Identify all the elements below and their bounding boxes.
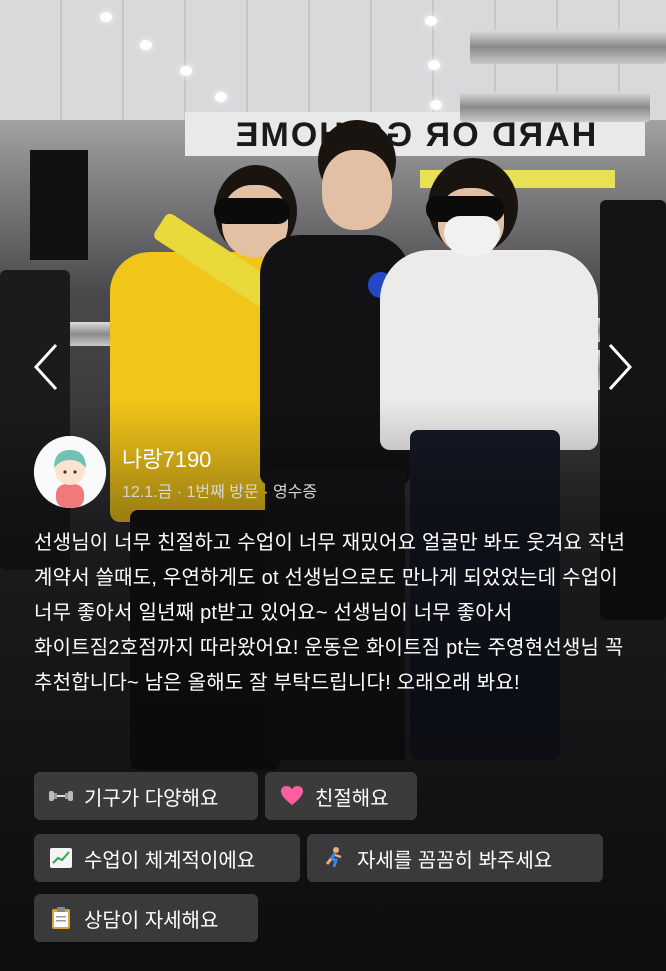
- runner-icon: [321, 845, 347, 871]
- tag-label: 자세를 꼼꼼히 봐주세요: [357, 849, 553, 872]
- tag-label: 기구가 다양해요: [84, 787, 219, 810]
- dumbbell-icon: [48, 783, 74, 809]
- previous-photo-button[interactable]: [26, 340, 66, 394]
- ceiling-light: [215, 92, 227, 102]
- tag-consultation: 상담이 자세해요: [34, 894, 258, 942]
- clipboard-icon: [48, 905, 74, 931]
- ceiling-light: [430, 100, 442, 110]
- heart-icon: [279, 783, 305, 809]
- reviewer-name[interactable]: 나랑7190: [122, 442, 211, 474]
- chevron-right-icon: [608, 343, 633, 391]
- face: [322, 150, 392, 230]
- ceiling-light: [428, 60, 440, 70]
- tag-label: 친절해요: [315, 787, 389, 810]
- chart-icon: [48, 845, 74, 871]
- review-meta: 12.1.금 · 1번째 방문 · 영수증: [122, 484, 318, 501]
- tag-kind: 친절해요: [265, 772, 417, 820]
- next-photo-button[interactable]: [600, 340, 640, 394]
- chevron-left-icon: [33, 343, 58, 391]
- face-mask: [444, 216, 500, 256]
- tag-label: 수업이 체계적이에요: [84, 849, 256, 872]
- gym-pillar: [30, 150, 88, 260]
- face-blur: [214, 198, 290, 224]
- reviewer-avatar[interactable]: [34, 436, 106, 508]
- avatar-icon: [34, 436, 106, 508]
- tag-posture: 자세를 꼼꼼히 봐주세요: [307, 834, 603, 882]
- tag-equipment: 기구가 다양해요: [34, 772, 258, 820]
- ceiling-light: [100, 12, 112, 22]
- ceiling-light: [180, 66, 192, 76]
- barbell: [460, 92, 650, 122]
- tag-systematic: 수업이 체계적이에요: [34, 834, 300, 882]
- tag-label: 상담이 자세해요: [84, 909, 219, 932]
- barbell: [470, 30, 666, 64]
- review-photo-viewer: HARD OR GO HOME 나랑7190 12.1.금 · 1번째 방문 ·…: [0, 0, 666, 971]
- review-text: 선생님이 너무 친절하고 수업이 너무 재밌어요 얼굴만 봐도 웃겨요 작년 계…: [34, 532, 626, 694]
- ceiling-light: [425, 16, 437, 26]
- ceiling-light: [140, 40, 152, 50]
